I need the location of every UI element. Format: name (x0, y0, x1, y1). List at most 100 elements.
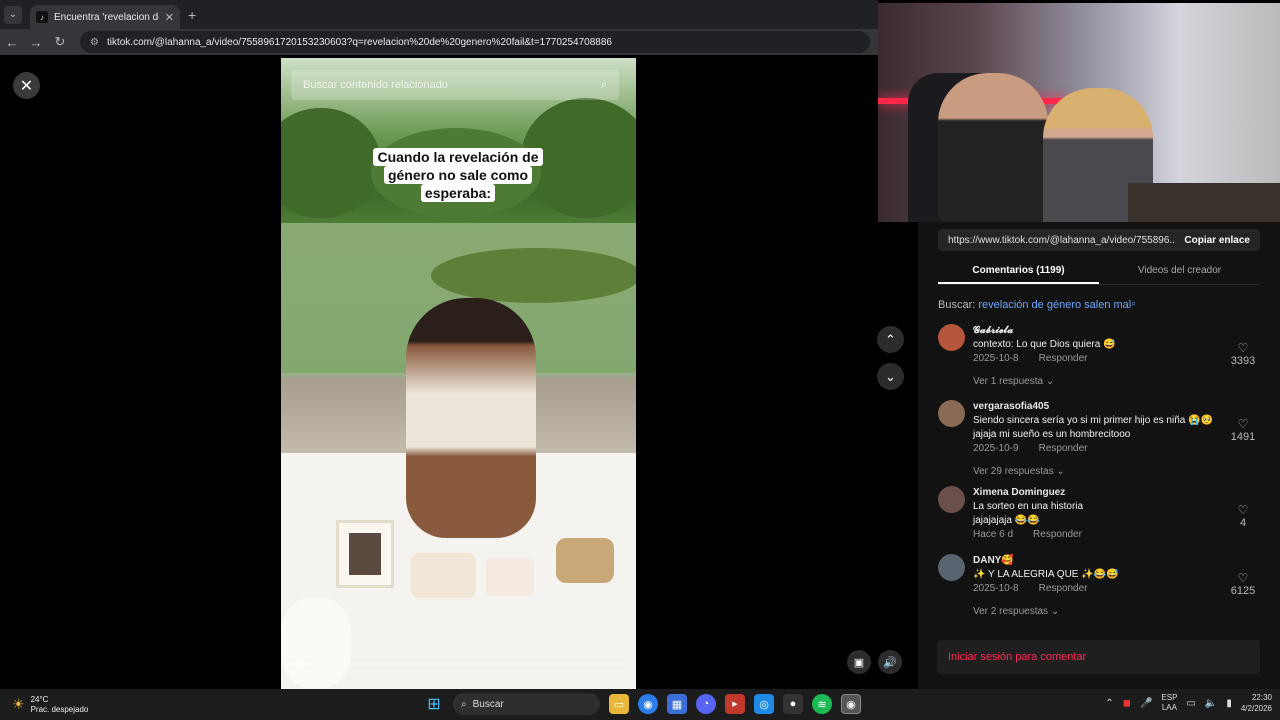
video-scene-photo-frame (336, 520, 394, 588)
new-tab-button[interactable]: + (188, 7, 196, 23)
comments-panel: https://www.tiktok.com/@lahanna_a/video/… (918, 222, 1280, 689)
comment-date: Hace 6 d (973, 529, 1014, 540)
monitor-icon[interactable]: ▭ (1186, 698, 1195, 709)
site-info-icon[interactable]: ⚙ (90, 37, 99, 48)
tab-list-button[interactable]: ⌄ (4, 5, 22, 24)
system-tray: ⌃ ◼ 🎤 ESP LAA ▭ 🔈 ▮ 22:30 4/2/2026 (1105, 692, 1272, 714)
volume-button[interactable]: 🔊 (878, 650, 902, 674)
video-app-icon[interactable]: ▶ (725, 694, 745, 714)
microphone-icon[interactable]: 🎤 (1140, 698, 1152, 709)
pip-button[interactable]: ▣ (847, 650, 871, 674)
comment-text: Siendo sincera sería yo si mi primer hij… (973, 415, 1213, 440)
search-icon[interactable]: ⌕ (1131, 299, 1135, 308)
file-explorer-icon[interactable]: ▭ (609, 694, 629, 714)
view-replies-button[interactable]: Ver 2 respuestas ⌄ (973, 605, 1231, 619)
reply-button[interactable]: Responder (1039, 353, 1088, 364)
chevron-down-icon: ⌄ (1050, 606, 1060, 617)
store-icon[interactable]: ▦ (667, 694, 687, 714)
clock[interactable]: 22:30 4/2/2026 (1241, 692, 1272, 714)
comment-text: ✨ Y LA ALEGRIA QUE ✨😂😅 (973, 569, 1119, 580)
language-indicator[interactable]: ESP LAA (1161, 693, 1177, 713)
video-scene-basket (556, 538, 614, 583)
view-replies-label: Ver 29 respuestas (973, 466, 1054, 477)
comment-username[interactable]: Ximena Dominguez (973, 486, 1231, 500)
weather-widget[interactable]: ☀ 24°C Prac. despejado (12, 695, 162, 715)
forward-button[interactable]: → (24, 35, 48, 50)
related-search-input[interactable]: Buscar contenido relacionado ⌕ (291, 70, 619, 100)
search-icon[interactable]: ⌕ (601, 79, 607, 92)
taskbar-apps: ⊞ ⌕ Buscar ▭ ◉ ▦ ◔ ▶ ◎ ● ≋ ◉ (424, 693, 861, 715)
chevron-up-icon[interactable]: ⌃ (1105, 698, 1113, 709)
clock-time: 22:30 (1251, 693, 1272, 702)
battery-icon[interactable]: ▮ (1226, 698, 1232, 709)
video-scene-cake (486, 558, 534, 596)
tray-app-icon[interactable]: ◼ (1123, 698, 1131, 709)
windows-start-icon[interactable]: ⊞ (424, 694, 444, 714)
browser-tab[interactable]: ♪ Encuentra 'revelacion de g... ✕ (30, 5, 180, 29)
caption-line: género no sale como (383, 166, 533, 184)
previous-video-button[interactable]: ⌃ (877, 326, 904, 353)
avatar[interactable] (938, 486, 965, 513)
weather-condition: Prac. despejado (30, 704, 89, 714)
messaging-app-icon[interactable]: ◎ (754, 694, 774, 714)
taskbar-search[interactable]: ⌕ Buscar (453, 693, 600, 715)
keyboard-layout: LAA (1161, 703, 1177, 712)
view-replies-button[interactable]: Ver 29 respuestas ⌄ (973, 465, 1231, 479)
comment-text: contexto: Lo que Dios quiera 😅 (973, 339, 1116, 350)
login-to-comment-button[interactable]: Iniciar sesión para comentar (937, 640, 1260, 674)
video-progress-bar[interactable] (291, 663, 626, 665)
volume-icon[interactable]: 🔈 (1205, 698, 1217, 709)
reply-button[interactable]: Responder (1039, 443, 1088, 454)
comment-search-suggestion: Buscar: revelación de género salen mal⌕ (938, 299, 1136, 311)
discord-icon[interactable]: ◔ (696, 694, 716, 714)
language-code: ESP (1161, 693, 1178, 702)
spotify-icon[interactable]: ≋ (812, 694, 832, 714)
comment-username[interactable]: 𝓖𝓪𝓫𝓻𝓲𝓮𝓵𝓪 (973, 324, 1231, 338)
reply-button[interactable]: Responder (1033, 529, 1082, 540)
comment-date: 2025-10-8 (973, 583, 1019, 594)
back-button[interactable]: ← (0, 35, 24, 50)
heart-icon: ♡ (1237, 503, 1249, 517)
comment-username[interactable]: vergarasofia405 (973, 400, 1231, 414)
caption-line: Cuando la revelación de (373, 148, 543, 166)
comment-date: 2025-10-9 (973, 443, 1019, 454)
tab-comments[interactable]: Comentarios (1199) (938, 259, 1099, 284)
heart-icon: ♡ (1237, 417, 1249, 431)
share-link-url[interactable]: https://www.tiktok.com/@lahanna_a/video/… (948, 235, 1174, 246)
caption-line: esperaba: (420, 184, 496, 202)
like-count: 4 (1239, 517, 1247, 529)
avatar[interactable] (938, 400, 965, 427)
close-tab-icon[interactable]: ✕ (165, 11, 174, 24)
like-button[interactable]: ♡ 1491 (1226, 417, 1260, 443)
like-button[interactable]: ♡ 3393 (1226, 341, 1260, 367)
url-field[interactable]: ⚙ tiktok.com/@lahanna_a/video/7558961720… (80, 31, 870, 53)
reload-button[interactable]: ↻ (48, 34, 72, 50)
video-scene-island (431, 248, 636, 303)
video-progress-fill (291, 663, 308, 665)
copy-link-button[interactable]: Copiar enlace (1174, 235, 1260, 246)
like-button[interactable]: ♡ 6125 (1226, 571, 1260, 597)
github-icon[interactable]: ● (783, 694, 803, 714)
close-video-button[interactable]: ✕ (13, 72, 40, 99)
video-player[interactable]: Buscar contenido relacionado ⌕ Cuando la… (281, 58, 636, 689)
video-stage: ✕ Buscar contenido relacionado ⌕ Cuando … (0, 55, 918, 689)
webcam-overlay (878, 3, 1280, 222)
reply-button[interactable]: Responder (1039, 583, 1088, 594)
search-icon: ⌕ (461, 698, 467, 710)
search-query-link[interactable]: revelación de género salen mal (978, 299, 1131, 311)
next-video-button[interactable]: ⌄ (877, 363, 904, 390)
search-prefix: Buscar: (938, 299, 976, 311)
comment-username[interactable]: DANY🥰 (973, 554, 1231, 568)
taskbar: ☀ 24°C Prac. despejado ⊞ ⌕ Buscar ▭ ◉ ▦ … (0, 689, 1280, 720)
chrome-active-icon[interactable]: ◉ (841, 694, 861, 714)
view-replies-button[interactable]: Ver 1 respuesta ⌄ (973, 375, 1231, 389)
avatar[interactable] (938, 554, 965, 581)
tab-creator-videos[interactable]: Videos del creador (1099, 259, 1260, 284)
avatar[interactable] (938, 324, 965, 351)
like-count: 1491 (1230, 431, 1256, 443)
chrome-icon[interactable]: ◉ (638, 694, 658, 714)
video-caption: Cuando la revelación de género no sale c… (373, 148, 543, 202)
webcam-desk (1128, 183, 1280, 222)
video-scene-tree (281, 108, 381, 218)
like-button[interactable]: ♡ 4 (1226, 503, 1260, 529)
